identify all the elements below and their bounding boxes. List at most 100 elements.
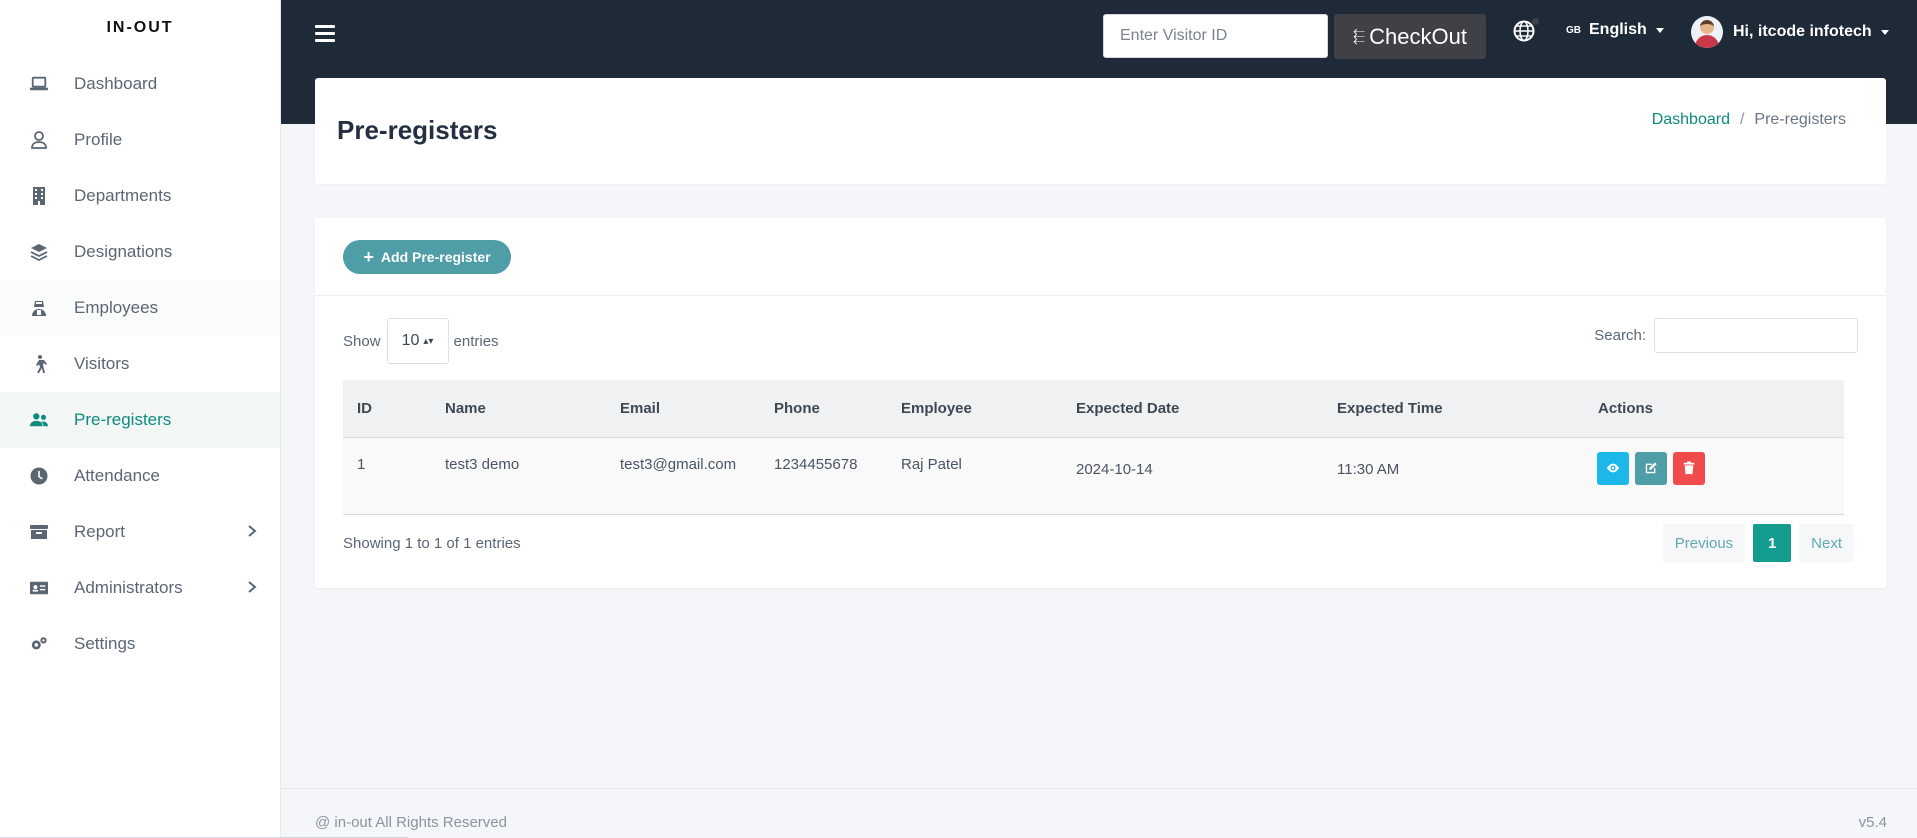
cogs-icon: [30, 635, 48, 653]
breadcrumb-dashboard-link[interactable]: Dashboard: [1652, 111, 1730, 129]
pre-registers-table: ID Name Email Phone Employee Expected Da…: [343, 380, 1844, 515]
sidebar-item-label: Employees: [74, 298, 159, 317]
caret-down-icon: [1655, 27, 1664, 33]
sidebar-item-dashboard[interactable]: Dashboard: [0, 56, 280, 112]
pagination-next[interactable]: Next: [1799, 524, 1854, 562]
cell-name: test3 demo: [445, 455, 520, 473]
column-header-phone[interactable]: Phone: [760, 380, 887, 438]
add-pre-register-button[interactable]: + Add Pre-register: [343, 240, 511, 274]
column-header-employee[interactable]: Employee: [887, 380, 1062, 438]
page-title: Pre-registers: [337, 115, 498, 145]
search-label: Search:: [1594, 327, 1646, 344]
users-icon: [30, 411, 48, 429]
menu-toggle-icon[interactable]: [315, 25, 335, 43]
cell-id: 1: [357, 455, 366, 473]
sidebar-item-profile[interactable]: Profile: [0, 112, 280, 168]
column-header-id[interactable]: ID: [343, 380, 431, 438]
visitor-id-input[interactable]: [1103, 14, 1328, 58]
pagination-previous[interactable]: Previous: [1662, 524, 1746, 562]
search-input[interactable]: [1654, 318, 1858, 353]
footer-version: v5.4: [1858, 814, 1887, 831]
entries-label: entries: [453, 332, 499, 350]
sidebar-item-administrators[interactable]: Administrators: [0, 560, 280, 616]
edit-icon: [1645, 462, 1657, 474]
column-header-actions: Actions: [1584, 380, 1844, 438]
entries-length-control: Show 10 ▴▾ entries: [343, 318, 499, 364]
footer-copyright: @ in-out All Rights Reserved: [315, 814, 507, 831]
show-label: Show: [343, 332, 381, 350]
sidebar-item-attendance[interactable]: Attendance: [0, 448, 280, 504]
breadcrumb-separator: /: [1739, 111, 1745, 128]
checkout-button[interactable]: ⬱ CheckOut: [1334, 14, 1486, 59]
sidebar-item-label: Departments: [74, 186, 172, 205]
building-icon: [30, 187, 48, 205]
user-menu[interactable]: Hi, itcode infotech: [1691, 16, 1889, 48]
pre-registers-card: + Add Pre-register Show 10 ▴▾ entries Se…: [315, 218, 1886, 588]
pagination: Previous 1 Next: [1662, 524, 1854, 562]
cell-actions: [1584, 437, 1844, 514]
avatar: [1691, 16, 1723, 48]
language-label: English: [1589, 21, 1647, 38]
archive-icon: [30, 523, 48, 541]
sidebar-item-label: Administrators: [74, 578, 183, 597]
column-header-email[interactable]: Email: [606, 380, 760, 438]
sidebar-item-departments[interactable]: Departments: [0, 168, 280, 224]
sidebar-item-settings[interactable]: Settings: [0, 616, 280, 672]
top-navbar: ⬱ CheckOut GB English Hi, itcode infotec…: [281, 0, 1917, 68]
table-info: Showing 1 to 1 of 1 entries: [343, 535, 521, 552]
page-header-card: Pre-registers Dashboard / Pre-registers: [315, 78, 1886, 184]
view-button[interactable]: [1597, 451, 1629, 485]
chevron-right-icon: [246, 522, 258, 542]
checkout-label: CheckOut: [1369, 23, 1467, 49]
chevron-right-icon: [246, 578, 258, 598]
eye-icon: [1606, 463, 1620, 473]
notification-dot: [1532, 18, 1539, 25]
laptop-icon: [30, 75, 48, 93]
language-dropdown[interactable]: GB English: [1566, 21, 1664, 39]
footer: @ in-out All Rights Reserved v5.4: [281, 788, 1917, 838]
globe-icon[interactable]: [1513, 18, 1539, 42]
divider: [315, 295, 1886, 296]
cell-expected-date: 2024-10-14: [1076, 460, 1153, 478]
trash-icon: [1684, 461, 1695, 475]
sidebar-item-label: Settings: [74, 634, 136, 653]
cell-employee: Raj Patel: [901, 455, 962, 473]
plus-icon: +: [363, 247, 374, 267]
cell-expected-time: 11:30 AM: [1337, 460, 1400, 478]
entries-length-select[interactable]: 10 ▴▾: [386, 318, 449, 364]
breadcrumb-current: Pre-registers: [1754, 111, 1846, 128]
gb-flag-icon: GB: [1566, 24, 1581, 36]
sidebar-item-label: Pre-registers: [74, 410, 172, 429]
sidebar-item-label: Dashboard: [74, 74, 158, 93]
brand-logo[interactable]: IN-OUT: [0, 0, 280, 56]
entries-length-value: 10: [401, 332, 420, 349]
sidebar-item-label: Attendance: [74, 466, 161, 485]
column-header-expected-date[interactable]: Expected Date: [1062, 380, 1323, 438]
sort-updown-icon: ▴▾: [423, 335, 434, 347]
layers-icon: [30, 243, 48, 261]
sidebar-nav: Dashboard Profile Departments Designatio…: [0, 56, 280, 672]
sidebar-item-employees[interactable]: Employees: [0, 280, 280, 336]
pagination-page-1[interactable]: 1: [1753, 524, 1792, 562]
cell-email: test3@gmail.com: [620, 455, 737, 473]
column-header-name[interactable]: Name: [431, 380, 606, 438]
sidebar-item-label: Profile: [74, 130, 123, 149]
sidebar-item-designations[interactable]: Designations: [0, 224, 280, 280]
edit-button[interactable]: [1635, 451, 1668, 485]
id-card-icon: [30, 579, 48, 597]
table-search: Search:: [1594, 318, 1858, 353]
sidebar: IN-OUT Dashboard Profile Departments Des…: [0, 0, 281, 838]
breadcrumb: Dashboard / Pre-registers: [1652, 111, 1846, 129]
sidebar-item-pre-registers[interactable]: Pre-registers: [0, 392, 280, 448]
user-icon: [30, 131, 48, 149]
add-pre-register-label: Add Pre-register: [380, 249, 491, 265]
sidebar-item-label: Designations: [74, 242, 173, 261]
clock-icon: [30, 467, 48, 485]
column-header-expected-time[interactable]: Expected Time: [1323, 380, 1584, 438]
delete-button[interactable]: [1673, 451, 1706, 485]
user-greeting: Hi, itcode infotech: [1733, 23, 1872, 40]
sidebar-item-report[interactable]: Report: [0, 504, 280, 560]
table-header-row: ID Name Email Phone Employee Expected Da…: [343, 380, 1844, 438]
sidebar-item-visitors[interactable]: Visitors: [0, 336, 280, 392]
caret-down-icon: [1880, 29, 1889, 35]
